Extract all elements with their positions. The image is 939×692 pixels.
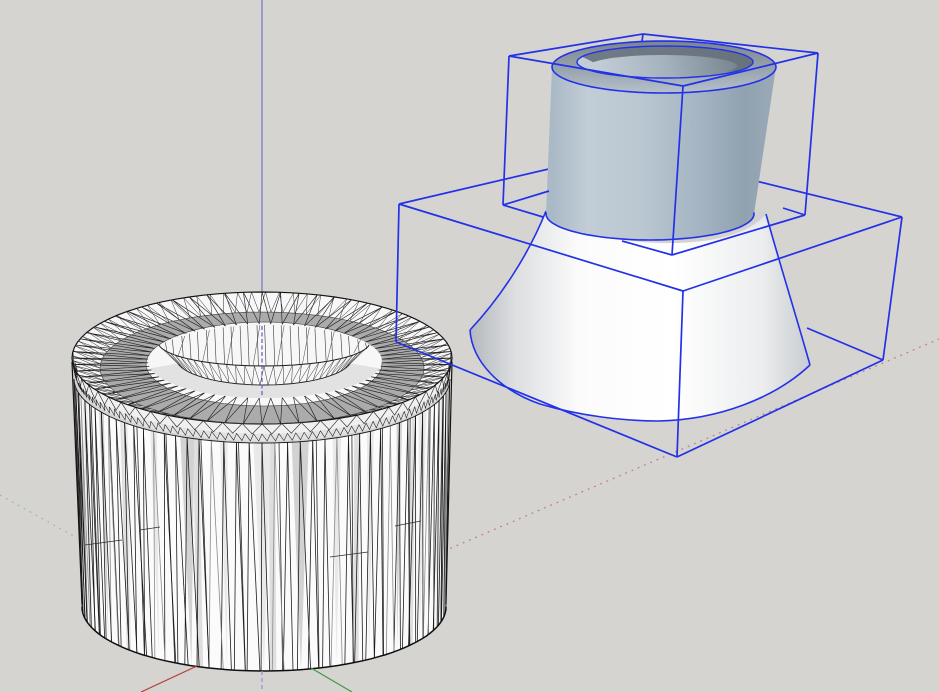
viewport-stage [0, 0, 939, 692]
viewport-canvas[interactable] [0, 0, 939, 692]
wall-edge [164, 434, 165, 661]
